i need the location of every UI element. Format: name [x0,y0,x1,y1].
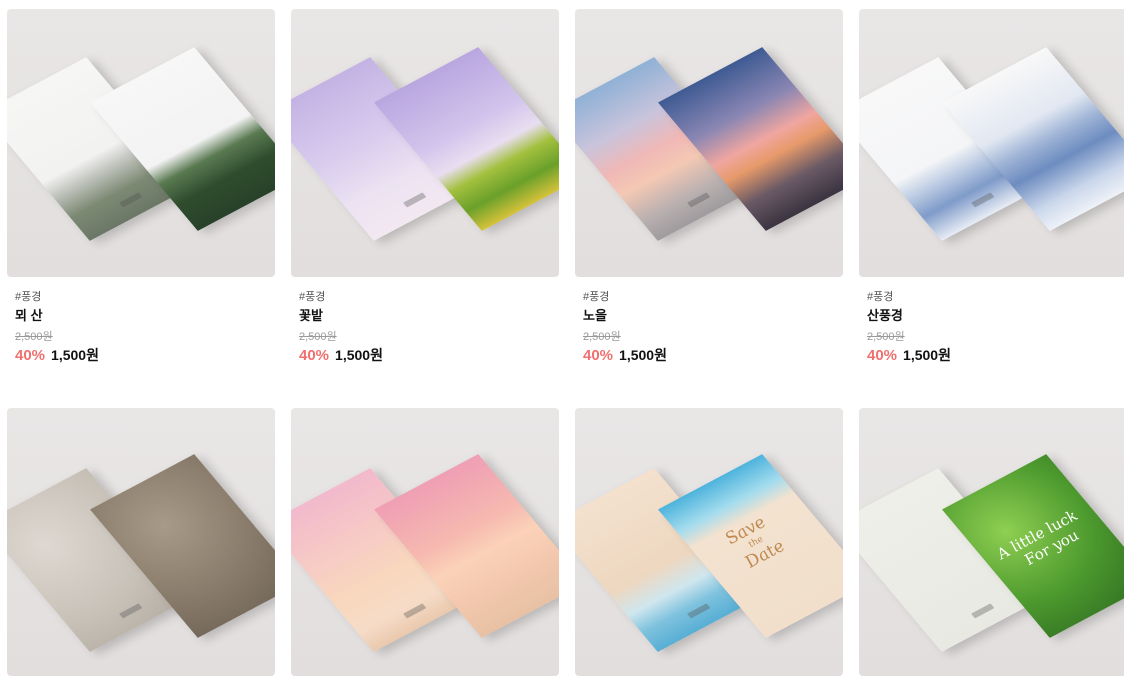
product-card[interactable]: #풍경 꽃밭 2,500원 40% 1,500원 [291,9,559,365]
original-price: 2,500원 [867,331,905,343]
product-thumbnail[interactable]: A little luck For you [859,408,1124,676]
product-name[interactable]: 꽃밭 [299,308,551,324]
product-card[interactable] [291,408,559,676]
sale-price: 1,500원 [335,347,383,363]
product-name[interactable]: 산풍경 [867,308,1119,324]
product-thumbnail[interactable] [7,408,275,676]
original-price: 2,500원 [299,331,337,343]
save-the-date-text: Save the Date [720,513,790,572]
discount-rate: 40% [583,347,614,364]
product-tag: #풍경 [583,291,610,303]
product-thumbnail[interactable] [291,9,559,277]
original-price: 2,500원 [583,331,621,343]
discount-rate: 40% [299,347,330,364]
product-card[interactable] [7,408,275,676]
product-thumbnail[interactable] [7,9,275,277]
little-luck-text: A little luck For you [992,507,1084,569]
product-tag: #풍경 [15,291,42,303]
product-card[interactable]: A little luck For you [859,408,1124,676]
product-card[interactable]: Save the Date [575,408,843,676]
product-thumbnail[interactable] [859,9,1124,277]
discount-rate: 40% [867,347,898,364]
product-grid: #풍경 뫼 산 2,500원 40% 1,500원 #풍경 꽃밭 2,500원 4… [0,0,1124,676]
product-thumbnail[interactable] [291,408,559,676]
original-price: 2,500원 [15,331,53,343]
product-tag: #풍경 [299,291,326,303]
sale-price: 1,500원 [619,347,667,363]
sale-price: 1,500원 [51,347,99,363]
product-tag: #풍경 [867,291,894,303]
product-name[interactable]: 노을 [583,308,835,324]
product-thumbnail[interactable] [575,9,843,277]
sale-price: 1,500원 [903,347,951,363]
product-card[interactable]: #풍경 뫼 산 2,500원 40% 1,500원 [7,9,275,365]
product-card[interactable]: #풍경 노을 2,500원 40% 1,500원 [575,9,843,365]
product-name[interactable]: 뫼 산 [15,308,267,324]
discount-rate: 40% [15,347,46,364]
product-card[interactable]: #풍경 산풍경 2,500원 40% 1,500원 [859,9,1124,365]
product-thumbnail[interactable]: Save the Date [575,408,843,676]
